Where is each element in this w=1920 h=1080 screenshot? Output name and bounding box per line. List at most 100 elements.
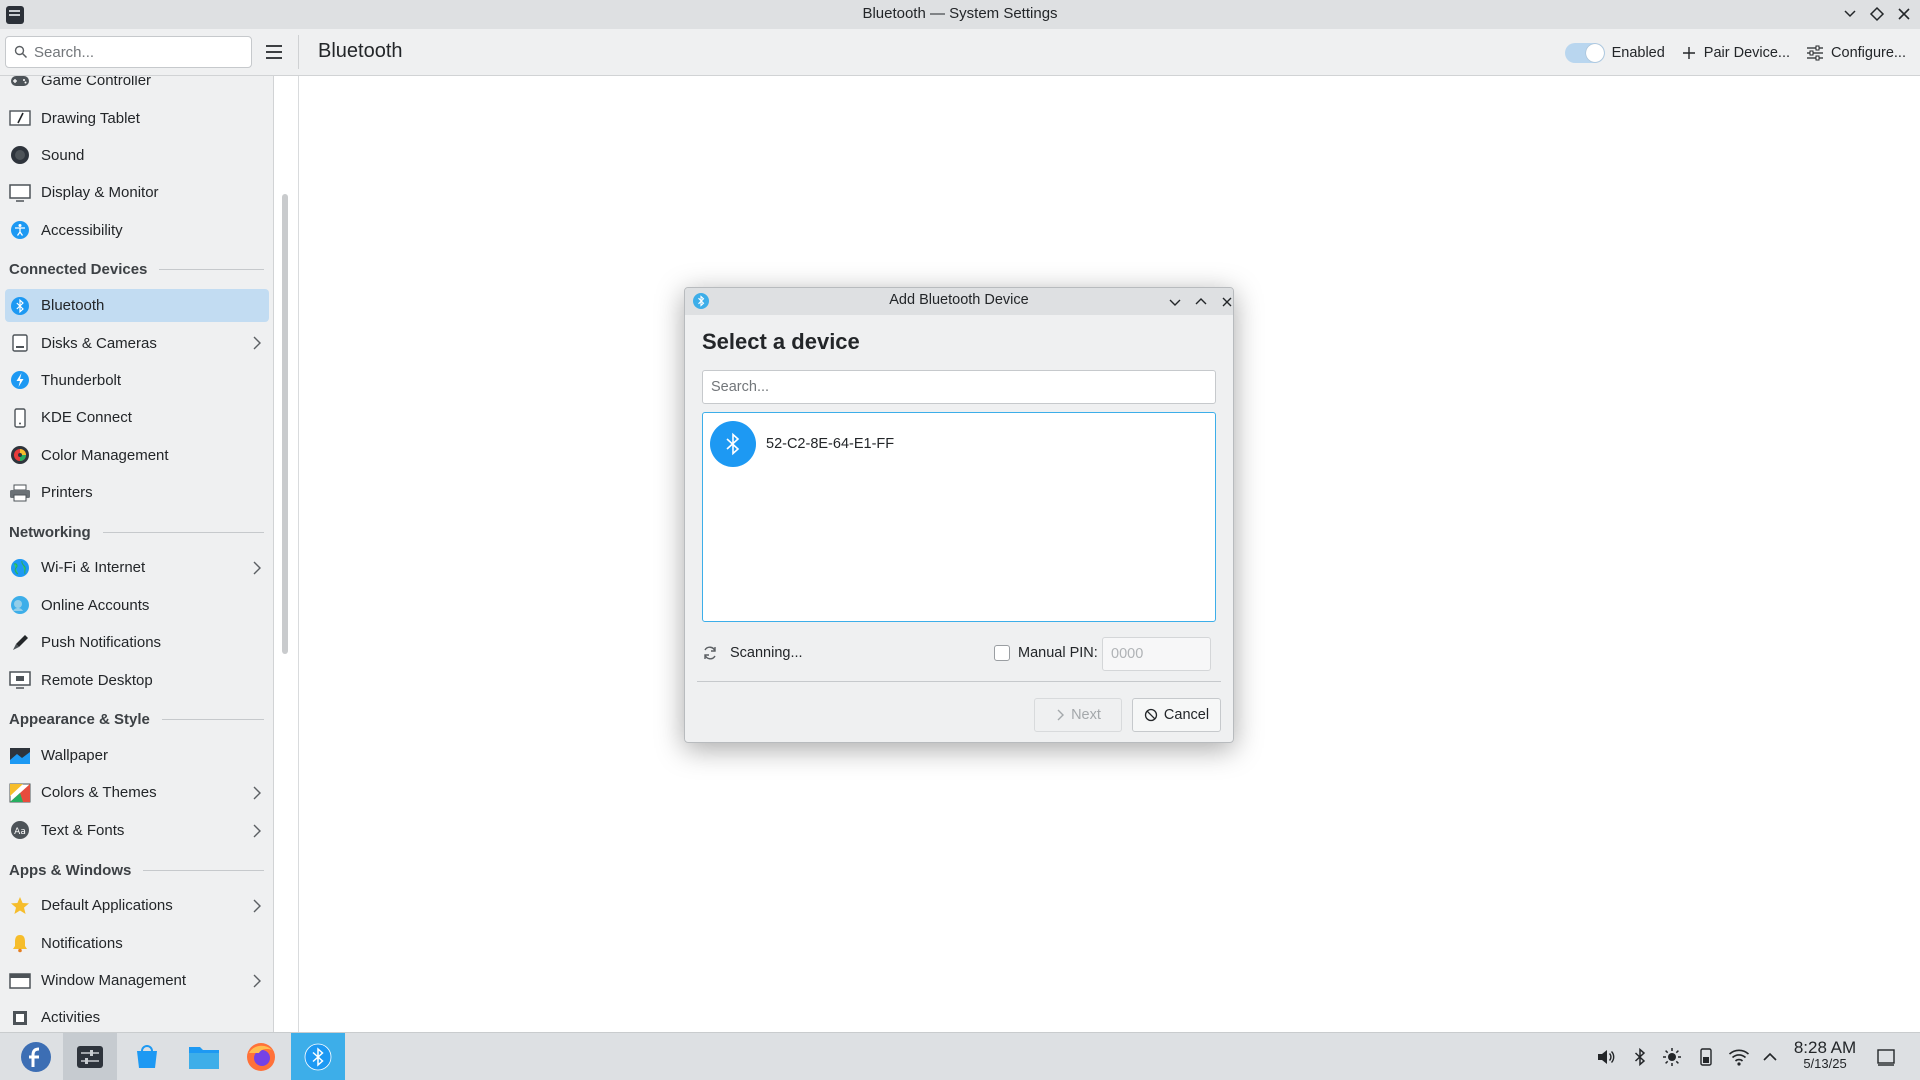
hamburger-menu-button[interactable] — [262, 42, 286, 62]
sidebar-item-display-and-monitor[interactable]: Display & Monitor — [0, 174, 273, 211]
fedora-launcher-button[interactable] — [9, 1033, 63, 1080]
sidebar-item-printers[interactable]: Printers — [0, 474, 273, 511]
manual-pin-checkbox[interactable] — [994, 645, 1010, 661]
chevron-right-icon — [1057, 709, 1065, 721]
sidebar-item-label: Disks & Cameras — [41, 334, 157, 352]
discover-task[interactable] — [120, 1033, 174, 1080]
sidebar-search-box[interactable] — [5, 36, 252, 68]
firefox-task[interactable] — [234, 1033, 288, 1080]
sidebar-item-window-management[interactable]: Window Management — [0, 962, 273, 999]
sidebar-item-label: Drawing Tablet — [41, 109, 140, 127]
cancel-button[interactable]: Cancel — [1132, 698, 1221, 732]
sidebar-item-text-and-fonts[interactable]: Aa Text & Fonts — [0, 812, 273, 849]
next-button[interactable]: Next — [1034, 698, 1122, 732]
sidebar-section-header: Apps & Windows — [0, 853, 273, 887]
monitor-icon — [9, 182, 31, 204]
toolbar: Bluetooth Enabled Pair Device... Configu… — [0, 29, 1920, 76]
sidebar-item-wi-fi-and-internet[interactable]: Wi-Fi & Internet — [0, 549, 273, 586]
sidebar-item-activities[interactable]: Activities — [0, 999, 273, 1032]
brightness-icon — [1663, 1048, 1681, 1066]
clock-date: 5/13/25 — [1803, 1056, 1847, 1071]
sidebar-item-disks-and-cameras[interactable]: Disks & Cameras — [0, 324, 273, 361]
device-search-input[interactable] — [702, 370, 1216, 404]
dialog-minimize-button[interactable] — [1166, 293, 1184, 311]
sidebar-item-sound[interactable]: Sound — [0, 137, 273, 174]
sidebar-item-accessibility[interactable]: Accessibility — [0, 212, 273, 249]
sidebar-item-label: Display & Monitor — [41, 184, 159, 202]
speaker-icon — [9, 144, 31, 166]
volume-tray-button[interactable] — [1596, 1047, 1616, 1067]
sidebar-item-color-management[interactable]: Color Management — [0, 437, 273, 474]
pair-device-button[interactable]: Pair Device... — [1681, 45, 1790, 61]
sidebar-item-colors-and-themes[interactable]: Colors & Themes — [0, 774, 273, 811]
dialog-close-button[interactable] — [1218, 293, 1233, 311]
hamburger-icon — [266, 45, 282, 59]
sidebar-item-push-notifications[interactable]: Push Notifications — [0, 624, 273, 661]
sidebar-item-label: KDE Connect — [41, 409, 132, 427]
dialog-titlebar: Add Bluetooth Device — [685, 288, 1233, 315]
sidebar-section-header: Networking — [0, 515, 273, 549]
toolbar-divider — [298, 35, 299, 69]
sidebar-section-header: Connected Devices — [0, 253, 273, 287]
device-list-item[interactable]: 52-C2-8E-64-E1-FF — [710, 420, 1208, 468]
bluetooth-tray-button[interactable] — [1630, 1047, 1650, 1067]
dolphin-icon — [189, 1047, 219, 1069]
storage-tray-button[interactable] — [1696, 1047, 1716, 1067]
firefox-icon — [247, 1043, 275, 1071]
configure-label: Configure... — [1831, 44, 1906, 61]
sidebar-scrollbar[interactable] — [282, 194, 288, 654]
manual-pin-label: Manual PIN: — [1018, 645, 1098, 661]
sidebar-item-remote-desktop[interactable]: Remote Desktop — [0, 661, 273, 698]
dialog-maximize-button[interactable] — [1192, 293, 1210, 311]
scanning-status: Scanning... — [730, 645, 803, 661]
chevron-right-icon — [252, 561, 262, 575]
printer-icon — [9, 482, 31, 504]
sidebar-item-label: Thunderbolt — [41, 371, 122, 389]
sidebar-item-drawing-tablet[interactable]: Drawing Tablet — [0, 99, 273, 136]
sidebar-item-thunderbolt[interactable]: Thunderbolt — [0, 362, 273, 399]
dolphin-task[interactable] — [177, 1033, 231, 1080]
bluetooth-enabled-switch[interactable]: Enabled — [1564, 42, 1665, 63]
clock-time: 8:28 AM — [1793, 1038, 1857, 1057]
sidebar-item-label: Wi-Fi & Internet — [41, 559, 146, 577]
chevron-up-icon — [1195, 298, 1207, 305]
page-title: Bluetooth — [318, 40, 403, 62]
sidebar-item-label: Activities — [41, 1009, 101, 1027]
bluetooth-icon — [9, 295, 31, 317]
bluetooth-wizard-task[interactable] — [291, 1033, 345, 1080]
phone-icon — [9, 407, 31, 429]
sidebar-search-input[interactable] — [34, 43, 234, 61]
show-desktop-button[interactable] — [1876, 1047, 1896, 1067]
close-button[interactable] — [1894, 4, 1914, 24]
digital-clock[interactable]: 8:28 AM 5/13/25 — [1780, 1038, 1870, 1072]
cancel-icon — [1144, 708, 1158, 722]
close-icon — [1898, 8, 1910, 20]
sidebar-item-wallpaper[interactable]: Wallpaper — [0, 737, 273, 774]
show-hidden-icons-button[interactable] — [1760, 1047, 1780, 1067]
window-title: Bluetooth — System Settings — [862, 5, 1058, 22]
sidebar-item-label: Online Accounts — [41, 596, 150, 614]
sidebar-item-online-accounts[interactable]: Online Accounts — [0, 587, 273, 624]
network-tray-button[interactable] — [1728, 1047, 1750, 1067]
tablet-icon — [9, 107, 31, 129]
diamond-icon — [1869, 6, 1885, 22]
sidebar-item-notifications[interactable]: Notifications — [0, 924, 273, 961]
activities-icon — [9, 1007, 31, 1029]
system-settings-task[interactable] — [63, 1033, 117, 1080]
sidebar-item-default-applications[interactable]: Default Applications — [0, 887, 273, 924]
toggle-switch[interactable] — [1564, 42, 1605, 63]
sidebar-item-bluetooth[interactable]: Bluetooth — [0, 287, 273, 324]
globe-icon — [9, 557, 31, 579]
search-icon — [14, 45, 28, 59]
bluetooth-icon — [1634, 1047, 1646, 1067]
sidebar-item-kde-connect[interactable]: KDE Connect — [0, 399, 273, 436]
color-wheel-icon — [9, 444, 31, 466]
maximize-button[interactable] — [1867, 4, 1887, 24]
refresh-icon — [704, 646, 716, 660]
minimize-button[interactable] — [1840, 4, 1860, 24]
brightness-tray-button[interactable] — [1662, 1047, 1682, 1067]
sidebar-item-game-controller[interactable]: Game Controller — [0, 76, 273, 99]
sidebar-item-label: Push Notifications — [41, 634, 162, 652]
pin-input[interactable] — [1102, 637, 1211, 671]
configure-button[interactable]: Configure... — [1806, 45, 1906, 61]
